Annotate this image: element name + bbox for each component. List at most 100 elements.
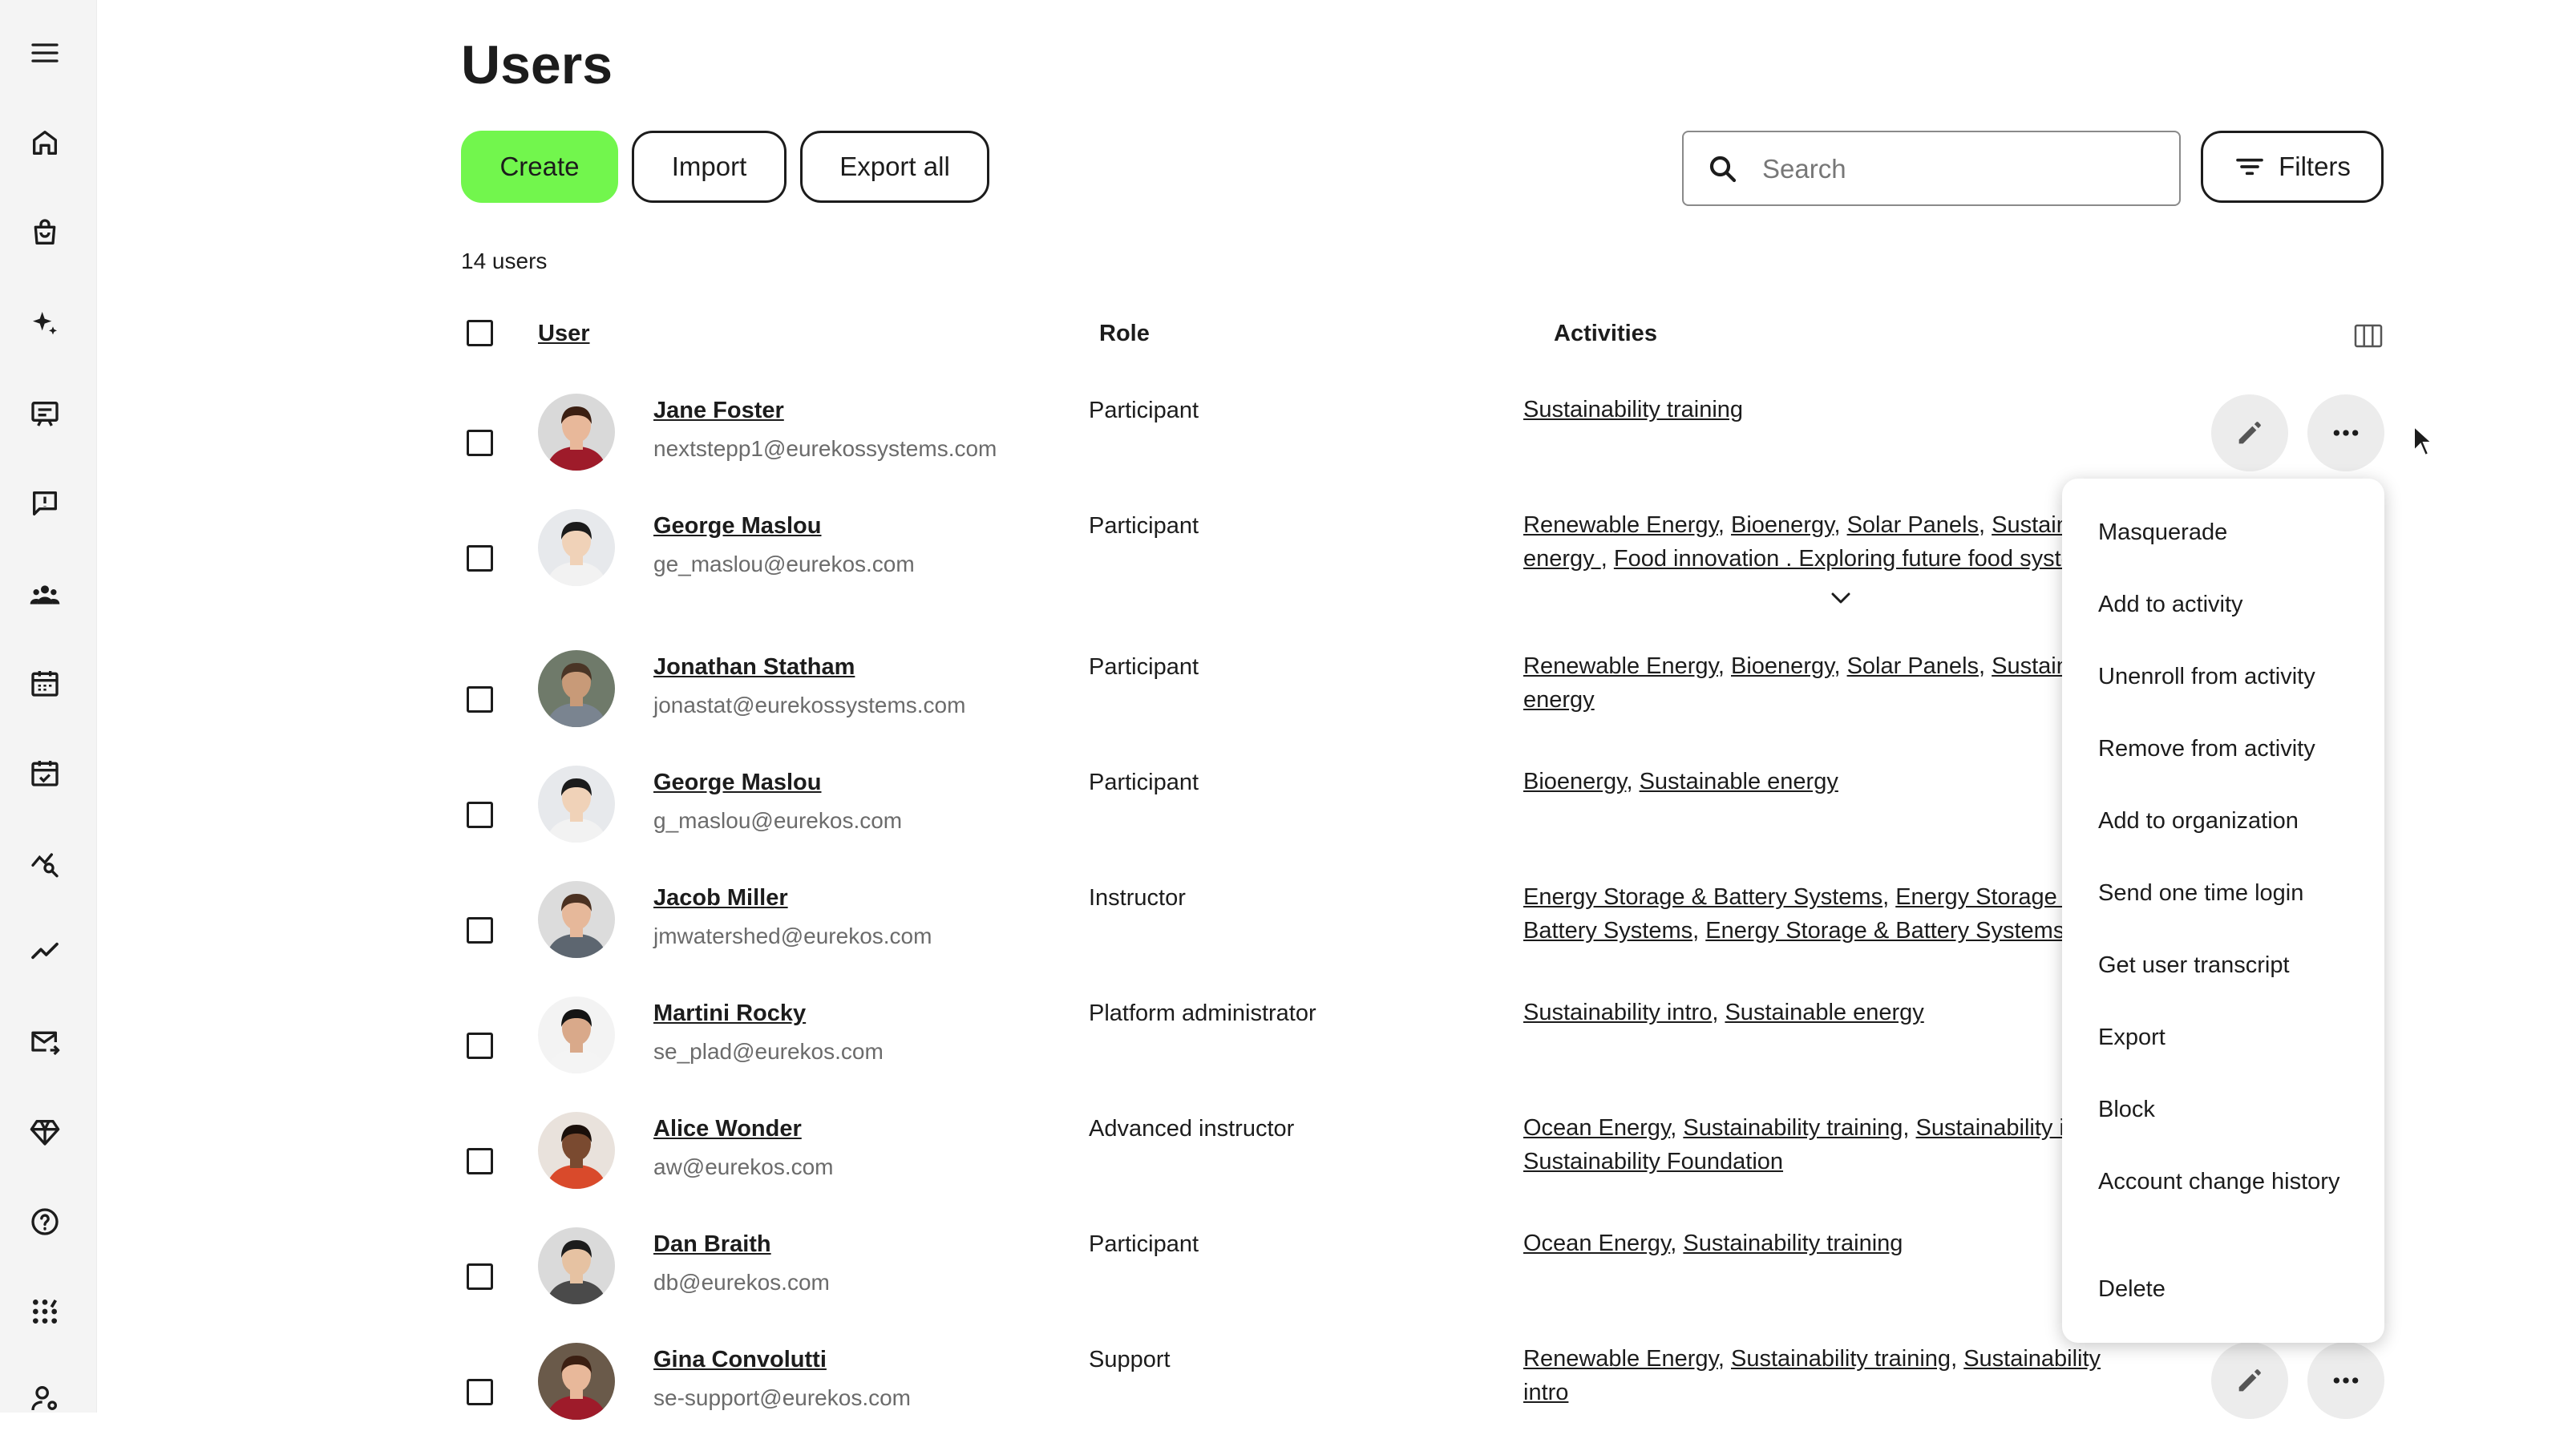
user-role: Participant	[1089, 398, 1199, 423]
activity-link[interactable]: Energy Storage & Battery Systems	[1523, 884, 1882, 910]
search-input[interactable]	[1761, 143, 2165, 195]
activity-link[interactable]: Bioenergy	[1731, 653, 1834, 679]
activity-link[interactable]: Food innovation . Exploring future food …	[1614, 546, 2105, 572]
activity-link[interactable]: Sustainable energy	[1725, 1000, 1923, 1025]
column-settings-icon[interactable]	[2354, 323, 2383, 349]
user-role: Participant	[1089, 770, 1199, 795]
activity-link[interactable]: Ocean Energy	[1523, 1115, 1670, 1141]
activity-separator: ,	[1951, 1346, 1964, 1372]
menu-item-add-to-activity[interactable]: Add to activity	[2098, 588, 2363, 621]
user-name-link[interactable]: Jacob Miller	[653, 885, 788, 911]
edit-user-button[interactable]	[2211, 394, 2288, 471]
activities-cell: Renewable Energy, Bioenergy, Solar Panel…	[1523, 508, 2117, 576]
user-count: 14 users	[461, 249, 548, 273]
edit-user-button[interactable]	[2211, 1342, 2288, 1419]
activity-link[interactable]: Renewable Energy	[1523, 512, 1718, 538]
menu-item-send-one-time-login[interactable]: Send one time login	[2098, 876, 2363, 910]
activity-link[interactable]: Renewable Energy	[1523, 653, 1718, 679]
avatar	[538, 394, 615, 471]
chevron-down-icon[interactable]	[1828, 589, 1854, 607]
menu-item-remove-from-activity[interactable]: Remove from activity	[2098, 732, 2363, 766]
menu-item-get-user-transcript[interactable]: Get user transcript	[2098, 948, 2363, 982]
search-box	[1682, 131, 2181, 206]
avatar	[538, 766, 615, 843]
main-content: Users Create Import Export all Filters 1…	[0, 0, 2576, 1420]
user-email: jonastat@eurekossystems.com	[653, 693, 966, 717]
row-checkbox[interactable]	[467, 430, 493, 456]
user-name-link[interactable]: George Maslou	[653, 513, 822, 540]
user-name-link[interactable]: Jonathan Statham	[653, 654, 855, 681]
row-checkbox[interactable]	[467, 1379, 493, 1405]
user-role: Advanced instructor	[1089, 1116, 1295, 1142]
import-button[interactable]: Import	[632, 131, 787, 203]
filters-button[interactable]: Filters	[2201, 131, 2384, 203]
activities-cell: Sustainability intro, Sustainable energy	[1523, 996, 2117, 1029]
row-checkbox[interactable]	[467, 1263, 493, 1290]
activity-separator: ,	[1600, 546, 1614, 572]
user-name-link[interactable]: Dan Braith	[653, 1231, 771, 1258]
user-email: se_plad@eurekos.com	[653, 1039, 884, 1064]
avatar	[538, 996, 615, 1073]
activity-link[interactable]: Sustainability Foundation	[1523, 1149, 1783, 1174]
more-actions-button[interactable]	[2307, 394, 2384, 471]
activity-link[interactable]: Solar Panels	[1847, 653, 1979, 679]
user-email: nextstepp1@eurekossystems.com	[653, 436, 997, 461]
activity-link[interactable]: Renewable Energy	[1523, 1346, 1718, 1372]
search-icon	[1709, 156, 1737, 183]
user-email: db@eurekos.com	[653, 1270, 830, 1295]
activity-link[interactable]: Sustainability training	[1683, 1115, 1903, 1141]
avatar	[538, 509, 615, 586]
more-actions-button[interactable]	[2307, 1342, 2384, 1419]
activity-link[interactable]: Sustainability training	[1731, 1346, 1951, 1372]
activity-separator: ,	[1717, 512, 1732, 538]
avatar	[538, 1112, 615, 1189]
activity-link[interactable]: Sustainability training	[1683, 1231, 1903, 1256]
user-name-link[interactable]: George Maslou	[653, 770, 822, 796]
activity-link[interactable]: Sustainable energy	[1640, 769, 1838, 794]
user-role: Support	[1089, 1347, 1171, 1372]
activity-separator: ,	[1670, 1115, 1684, 1141]
activity-link[interactable]: Ocean Energy	[1523, 1231, 1670, 1256]
activity-link[interactable]: Bioenergy	[1523, 769, 1626, 794]
column-header-user[interactable]: User	[538, 321, 590, 347]
more-horizontal-icon	[2333, 430, 2359, 436]
menu-item-export[interactable]: Export	[2098, 1021, 2363, 1054]
menu-item-account-change-history[interactable]: Account change history	[2098, 1165, 2363, 1198]
activity-link[interactable]: Solar Panels	[1847, 512, 1979, 538]
avatar	[538, 1227, 615, 1304]
activity-separator: ,	[1670, 1231, 1684, 1256]
activity-link[interactable]: Sustainability training	[1523, 397, 1743, 422]
mouse-cursor-icon	[2413, 425, 2433, 457]
user-name-link[interactable]: Jane Foster	[653, 398, 784, 424]
user-name-link[interactable]: Martini Rocky	[653, 1000, 806, 1027]
create-button[interactable]: Create	[461, 131, 618, 203]
menu-item-add-to-organization[interactable]: Add to organization	[2098, 804, 2363, 838]
user-name-link[interactable]: Gina Convolutti	[653, 1347, 827, 1373]
row-checkbox[interactable]	[467, 545, 493, 572]
export-all-button[interactable]: Export all	[800, 131, 989, 203]
row-checkbox[interactable]	[467, 802, 493, 828]
menu-item-masquerade[interactable]: Masquerade	[2098, 515, 2363, 549]
activities-cell: Renewable Energy, Sustainability trainin…	[1523, 1342, 2117, 1409]
user-name-link[interactable]: Alice Wonder	[653, 1116, 802, 1142]
row-checkbox[interactable]	[467, 686, 493, 713]
page-title: Users	[461, 34, 613, 95]
select-all-checkbox[interactable]	[467, 320, 493, 346]
menu-item-unenroll-from-activity[interactable]: Unenroll from activity	[2098, 660, 2363, 693]
row-checkbox[interactable]	[467, 917, 493, 944]
activity-separator: ,	[1903, 1115, 1916, 1141]
user-role: Participant	[1089, 513, 1199, 539]
menu-item-block[interactable]: Block	[2098, 1093, 2363, 1126]
activity-link[interactable]: Sustainability intro	[1523, 1000, 1712, 1025]
activities-cell: Energy Storage & Battery Systems, Energy…	[1523, 880, 2117, 948]
activity-link[interactable]: Bioenergy	[1731, 512, 1834, 538]
activity-link[interactable]: Energy Storage & Battery Systems	[1705, 918, 2064, 944]
pencil-icon	[2238, 1369, 2261, 1392]
activities-cell: Renewable Energy, Bioenergy, Solar Panel…	[1523, 649, 2117, 717]
menu-item-delete[interactable]: Delete	[2098, 1272, 2363, 1306]
row-checkbox[interactable]	[467, 1148, 493, 1174]
row-checkbox[interactable]	[467, 1033, 493, 1059]
avatar	[538, 650, 615, 727]
user-actions-menu: Masquerade Add to activity Unenroll from a…	[2062, 479, 2384, 1343]
user-email: jmwatershed@eurekos.com	[653, 924, 932, 948]
